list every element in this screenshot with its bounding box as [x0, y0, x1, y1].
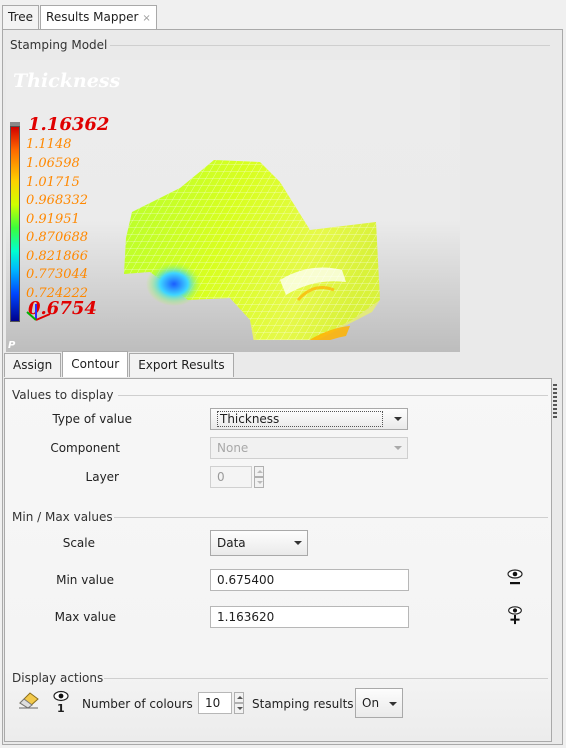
axis-p-label: P: [8, 340, 16, 351]
tab-assign-label: Assign: [13, 358, 53, 372]
section-divider: [118, 395, 548, 396]
legend-value: 0.773044: [26, 267, 89, 282]
type-of-value-text: Thickness: [217, 411, 383, 427]
viewer-title: Thickness: [13, 70, 121, 92]
scale-label: Scale: [62, 536, 95, 550]
number-of-colours-label: Number of colours: [82, 697, 193, 711]
eraser-icon[interactable]: [18, 691, 40, 709]
stamping-results-select[interactable]: On: [355, 688, 403, 718]
tab-results-mapper-label: Results Mapper: [46, 10, 139, 24]
tab-contour[interactable]: Contour: [62, 351, 129, 377]
scale-text: Data: [217, 536, 246, 550]
tab-tree-label: Tree: [8, 10, 34, 24]
panel-title: Stamping Model: [10, 38, 108, 52]
eye-count-label: 1: [57, 702, 65, 715]
type-of-value-select[interactable]: Thickness: [210, 408, 408, 430]
display-actions-heading: Display actions: [12, 671, 104, 685]
legend-max-value: 1.16362: [28, 114, 110, 135]
max-value-label: Max value: [54, 610, 116, 624]
type-of-value-label: Type of value: [52, 412, 132, 426]
section-divider: [114, 517, 548, 518]
tab-close-icon[interactable]: ×: [142, 13, 150, 24]
legend-value: 1.01715: [26, 175, 80, 190]
min-value-label: Min value: [56, 573, 114, 587]
tab-results-mapper[interactable]: Results Mapper ×: [40, 5, 157, 31]
contour-tab-bar: Assign Contour Export Results: [4, 351, 235, 378]
color-legend-bar: [10, 126, 20, 322]
component-label: Component: [50, 441, 120, 455]
chevron-down-icon: [294, 541, 302, 545]
legend-value: 0.91951: [26, 212, 80, 227]
legend-value: 0.821866: [26, 249, 89, 264]
contour-form-panel: [4, 378, 552, 742]
number-of-colours-stepper[interactable]: [234, 692, 244, 714]
tab-tree[interactable]: Tree: [2, 5, 40, 30]
chevron-down-icon: [394, 417, 402, 421]
number-of-colours-input[interactable]: 10: [198, 692, 232, 714]
layer-stepper[interactable]: [254, 466, 264, 488]
min-value-input[interactable]: 0.675400: [210, 569, 409, 591]
stamping-results-text: On: [362, 696, 380, 710]
max-value-input[interactable]: 1.163620: [210, 606, 409, 628]
legend-value: 1.06598: [26, 156, 80, 171]
legend-value: 1.1148: [26, 137, 72, 152]
panel-title-divider: [110, 45, 550, 46]
tab-export-results[interactable]: Export Results: [129, 353, 234, 377]
layer-label: Layer: [85, 470, 119, 484]
tab-contour-label: Contour: [71, 357, 120, 371]
legend-value: 0.870688: [26, 230, 89, 245]
stepper-up-icon[interactable]: [254, 466, 264, 477]
stepper-up-icon[interactable]: [234, 692, 244, 703]
stepper-down-icon[interactable]: [234, 703, 244, 714]
min-max-heading: Min / Max values: [12, 510, 113, 524]
chevron-down-icon: [389, 702, 397, 706]
stepper-down-icon[interactable]: [254, 477, 264, 488]
eye-min-icon[interactable]: [506, 568, 524, 588]
stamped-part-mesh: [124, 160, 380, 340]
eye-icon[interactable]: [52, 690, 70, 702]
axis-triad-icon: [26, 304, 51, 321]
stamping-results-label: Stamping results: [252, 697, 354, 711]
values-to-display-heading: Values to display: [12, 388, 114, 402]
scale-select[interactable]: Data: [210, 530, 308, 556]
scroll-grip[interactable]: [553, 384, 557, 418]
component-select[interactable]: None: [210, 437, 408, 459]
chevron-down-icon: [394, 446, 402, 450]
component-text: None: [217, 441, 249, 455]
section-divider: [104, 678, 548, 679]
tab-assign[interactable]: Assign: [4, 353, 62, 377]
top-tab-bar: Tree Results Mapper ×: [2, 5, 158, 31]
legend-value: 0.968332: [26, 193, 89, 208]
model-viewer[interactable]: Thickness 1.16362 1.1148 1.06598 1.01715…: [6, 60, 460, 352]
layer-input[interactable]: 0: [210, 466, 252, 488]
tab-export-results-label: Export Results: [138, 358, 225, 372]
eye-max-icon[interactable]: [506, 605, 524, 625]
